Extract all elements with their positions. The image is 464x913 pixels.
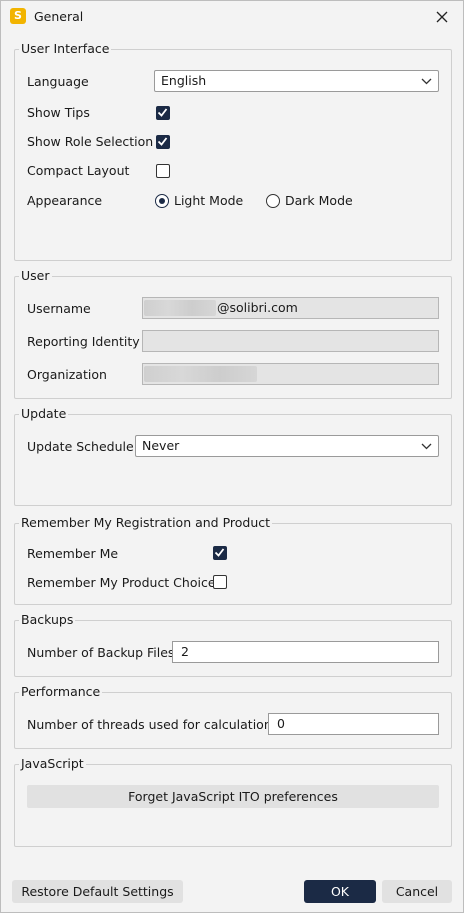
chevron-down-icon: [421, 78, 432, 85]
restore-defaults-button[interactable]: Restore Default Settings: [12, 880, 183, 903]
group-title-javascript: JavaScript: [19, 756, 86, 771]
group-title-user: User: [19, 268, 52, 283]
close-icon: [436, 11, 448, 23]
solibri-app-icon: S: [10, 8, 26, 24]
username-value: @solibri.com: [217, 300, 298, 315]
threads-input[interactable]: 0: [268, 713, 439, 735]
redacted-text: [144, 300, 216, 316]
group-title-update: Update: [19, 406, 69, 421]
dark-mode-radio[interactable]: [266, 194, 280, 208]
ok-button[interactable]: OK: [304, 880, 376, 903]
username-field[interactable]: @solibri.com: [142, 297, 439, 319]
organization-field[interactable]: [142, 363, 439, 385]
general-settings-window: S General User Interface Language Englis…: [0, 0, 464, 913]
checkmark-icon: [214, 548, 225, 557]
close-button[interactable]: [429, 5, 455, 29]
appearance-label: Appearance: [27, 193, 103, 208]
show-role-selection-label: Show Role Selection: [27, 134, 154, 149]
backup-files-label: Number of Backup Files: [27, 645, 175, 660]
show-role-selection-checkbox[interactable]: [156, 135, 170, 149]
organization-label: Organization: [27, 367, 107, 382]
threads-label: Number of threads used for calculations: [27, 717, 279, 732]
window-title: General: [34, 9, 84, 24]
update-schedule-label: Update Schedule: [27, 439, 134, 454]
group-title-backups: Backups: [19, 612, 76, 627]
group-title-performance: Performance: [19, 684, 103, 699]
reporting-identity-label: Reporting Identity: [27, 334, 140, 349]
username-label: Username: [27, 301, 91, 316]
update-group: Update: [14, 406, 452, 506]
chevron-down-icon: [421, 443, 432, 450]
backup-files-input[interactable]: 2: [172, 641, 439, 663]
remember-product-choice-label: Remember My Product Choice: [27, 575, 216, 590]
checkmark-icon: [157, 108, 168, 117]
title-bar: S General: [1, 1, 463, 33]
checkmark-icon: [157, 137, 168, 146]
dark-mode-label[interactable]: Dark Mode: [285, 193, 353, 208]
reporting-identity-field[interactable]: [142, 330, 439, 352]
language-label: Language: [27, 74, 89, 89]
forget-javascript-preferences-button[interactable]: Forget JavaScript ITO preferences: [27, 785, 439, 808]
redacted-text: [144, 366, 257, 382]
group-title-remember: Remember My Registration and Product: [19, 515, 273, 530]
light-mode-label[interactable]: Light Mode: [174, 193, 243, 208]
language-select[interactable]: English: [154, 70, 439, 92]
compact-layout-label: Compact Layout: [27, 163, 130, 178]
remember-me-label: Remember Me: [27, 546, 119, 561]
light-mode-radio[interactable]: [155, 194, 169, 208]
remember-product-choice-checkbox[interactable]: [213, 575, 227, 589]
compact-layout-checkbox[interactable]: [156, 164, 170, 178]
cancel-button[interactable]: Cancel: [382, 880, 452, 903]
language-value: English: [161, 73, 207, 88]
show-tips-label: Show Tips: [27, 105, 90, 120]
remember-group: Remember My Registration and Product: [14, 515, 452, 605]
show-tips-checkbox[interactable]: [156, 106, 170, 120]
update-schedule-select[interactable]: Never: [135, 435, 439, 457]
group-title-user-interface: User Interface: [19, 41, 112, 56]
update-schedule-value: Never: [142, 438, 180, 453]
remember-me-checkbox[interactable]: [213, 546, 227, 560]
